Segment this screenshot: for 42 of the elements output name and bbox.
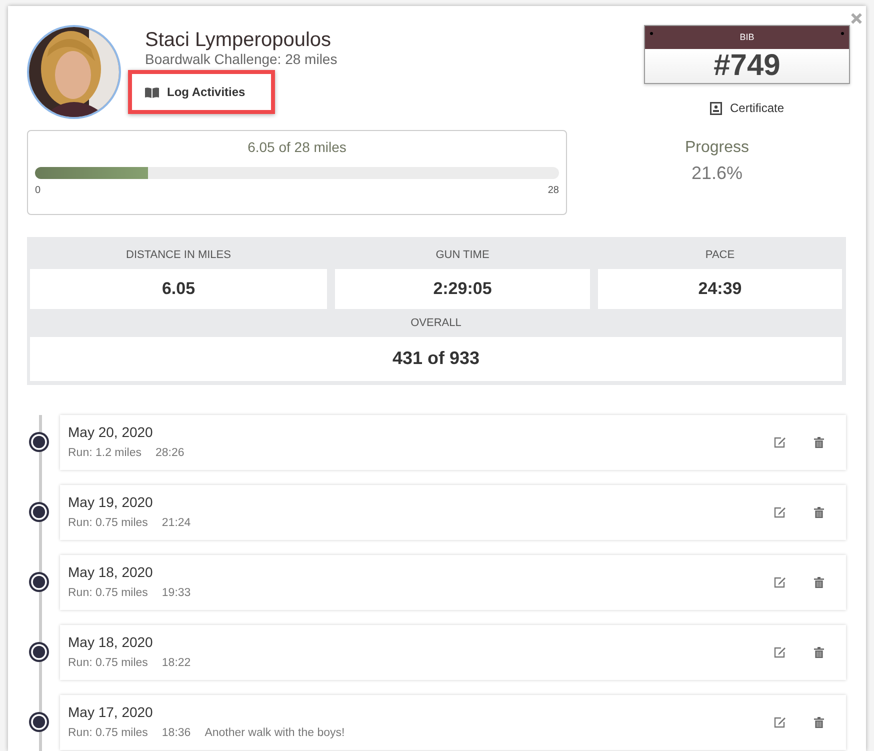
bib-label: BIB <box>740 30 754 44</box>
activity-date: May 17, 2020 <box>68 702 154 722</box>
certificate-icon <box>710 102 722 114</box>
book-icon <box>145 86 159 98</box>
progress-title: Progress <box>684 138 750 158</box>
activity-time: 21:24 <box>162 516 191 530</box>
activity-time: 18:36 <box>162 726 191 740</box>
activity-date: May 20, 2020 <box>68 422 154 442</box>
timeline-dot-icon <box>29 712 49 732</box>
activity-distance: Run: 0.75 miles <box>68 726 148 740</box>
activity-note: Another walk with the boys! <box>204 726 345 740</box>
activity-date: May 18, 2020 <box>68 562 154 582</box>
stat-value: 6.05 <box>30 268 327 309</box>
athlete-name: Staci Lymperopoulos <box>145 29 332 52</box>
timeline-dot-icon <box>29 642 49 662</box>
stat-label: GUN TIME <box>434 248 490 263</box>
stat-label: DISTANCE IN MILES <box>125 248 232 263</box>
timeline-dot-icon <box>29 432 49 452</box>
activity-date: May 19, 2020 <box>68 492 154 512</box>
log-activities-button[interactable]: Log Activities <box>145 83 246 102</box>
activity-distance: Run: 1.2 miles <box>68 446 142 460</box>
stat-label: PACE <box>704 248 736 263</box>
stat-value: 2:29:05 <box>335 268 590 309</box>
activity-time: 28:26 <box>156 446 184 460</box>
activity-time: 19:33 <box>162 586 191 600</box>
scale-max: 28 <box>548 184 559 198</box>
timeline-dot-icon <box>29 502 49 522</box>
scale-min: 0 <box>35 184 41 198</box>
activity-distance: Run: 0.75 miles <box>68 656 148 670</box>
challenge-name: Boardwalk Challenge: 28 miles <box>145 52 338 68</box>
progress-summary: 6.05 of 28 miles <box>246 138 348 157</box>
activity-distance: Run: 0.75 miles <box>68 586 148 600</box>
activity-time: 18:22 <box>162 656 191 670</box>
certificate-button[interactable]: Certificate <box>704 98 790 118</box>
stat-value: 431 of 933 <box>30 336 842 380</box>
bib-number: #749 <box>645 49 849 83</box>
stat-value: 24:39 <box>598 268 842 309</box>
activity-date: May 18, 2020 <box>68 632 154 652</box>
timeline-dot-icon <box>29 572 49 592</box>
stat-label: OVERALL <box>410 316 462 331</box>
activity-distance: Run: 0.75 miles <box>68 516 148 530</box>
progress-percent: 21.6% <box>691 162 743 185</box>
